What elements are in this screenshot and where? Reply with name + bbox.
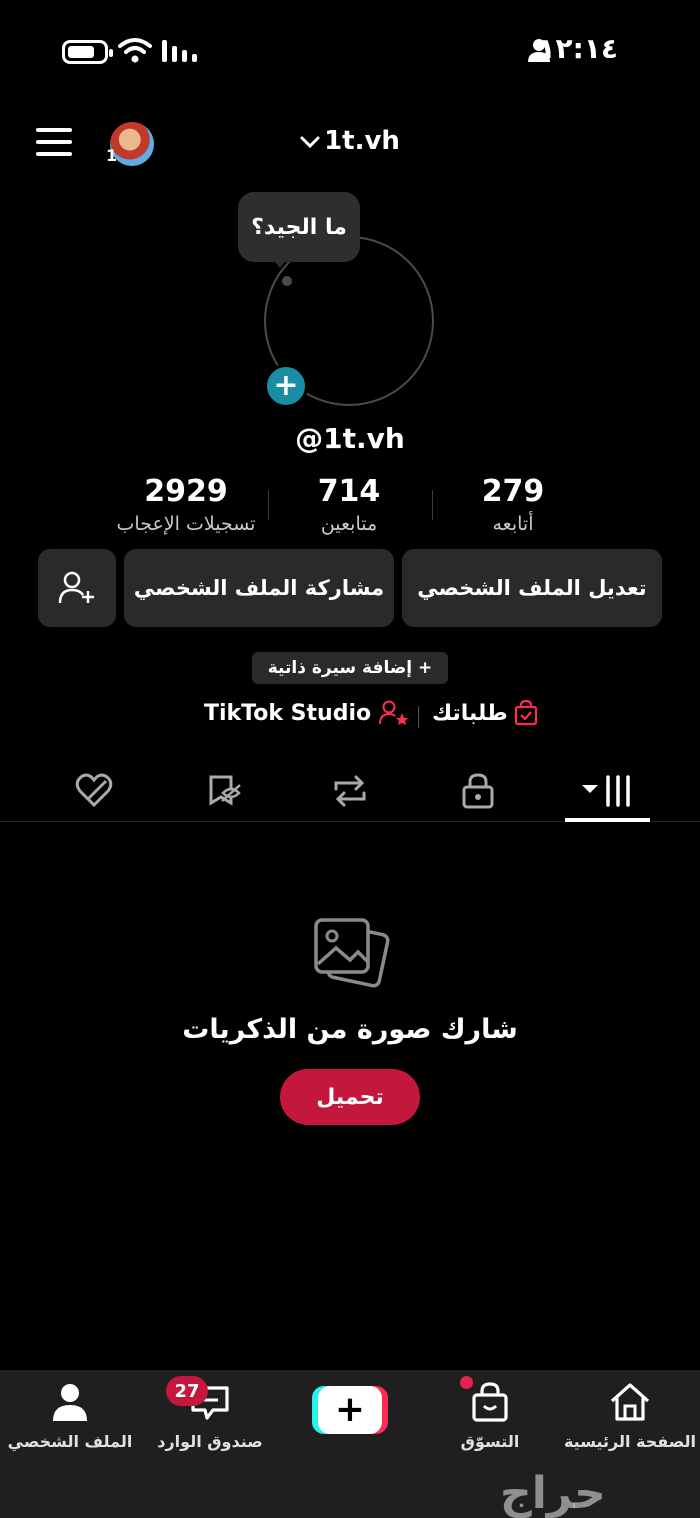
status-time: ١٢:١٤ [538, 32, 618, 65]
add-bio-label: + إضافة سيرة ذاتية [267, 658, 433, 678]
following-label: أتابعه [492, 513, 534, 535]
likes-count: 2929 [144, 474, 228, 509]
status-bubble[interactable]: ما الجيد؟ [238, 192, 360, 262]
add-user-icon [58, 571, 94, 604]
content-tabs [0, 756, 700, 822]
battery-icon [62, 40, 113, 64]
following-stat[interactable]: 279 أتابعه [423, 474, 603, 535]
nav-inbox-label: صندوق الوارد [157, 1432, 263, 1451]
creator-star-icon [379, 700, 409, 725]
inbox-badge: 27 [166, 1376, 208, 1406]
orders-label: طلباتك [432, 700, 508, 726]
likes-stat[interactable]: 2929 تسجيلات الإعجاب [96, 474, 276, 535]
nav-profile[interactable]: الملف الشخصي [0, 1380, 140, 1451]
profile-links: طلباتك TikTok Studio [0, 700, 700, 734]
tab-private[interactable] [448, 766, 508, 816]
account-switcher[interactable]: 1t.vh [0, 126, 700, 156]
tab-favorites[interactable] [194, 766, 254, 816]
add-bio-button[interactable]: + إضافة سيرة ذاتية [252, 652, 448, 684]
status-bar: ١٢:١٤ [0, 0, 700, 100]
nav-shop-label: التسوّق [460, 1432, 520, 1451]
bubble-dot [282, 276, 292, 286]
tab-liked[interactable] [64, 766, 124, 816]
profile-header: 1 1t.vh [0, 110, 700, 180]
edit-profile-button[interactable]: تعديل الملف الشخصي [402, 549, 662, 627]
tiktok-studio-label: TikTok Studio [204, 700, 372, 726]
hidden-heart-icon [75, 773, 113, 808]
watermark: حراج [500, 1468, 606, 1518]
bubble-text: ما الجيد؟ [251, 214, 347, 240]
active-tab-indicator [565, 818, 650, 822]
hidden-bookmark-icon [209, 775, 241, 806]
photo-memories-icon [314, 918, 390, 988]
tab-videos[interactable] [578, 766, 638, 816]
signal-icon [162, 40, 197, 62]
repost-icon [334, 775, 366, 807]
wifi-icon [118, 38, 152, 63]
following-count: 279 [481, 474, 545, 509]
nav-inbox[interactable]: صندوق الوارد [140, 1380, 280, 1451]
share-profile-button[interactable]: مشاركة الملف الشخصي [124, 549, 394, 627]
likes-label: تسجيلات الإعجاب [116, 513, 256, 535]
home-icon [610, 1383, 650, 1421]
empty-state-text: شارك صورة من الذكريات [182, 1014, 518, 1045]
grid-dropdown-icon [582, 775, 630, 807]
profile-stats: 279 أتابعه 714 متابعين 2929 تسجيلات الإع… [0, 474, 700, 544]
shopping-bag-icon [472, 1382, 508, 1422]
add-photo-button[interactable]: + [264, 364, 308, 408]
orders-link[interactable]: طلباتك [432, 700, 538, 726]
nav-profile-label: الملف الشخصي [7, 1432, 133, 1451]
profile-icon [53, 1384, 87, 1421]
bubble-tail [272, 258, 288, 268]
chevron-down-icon [300, 136, 320, 148]
nav-home-label: الصفحة الرئيسية [563, 1432, 697, 1451]
followers-count: 714 [317, 474, 381, 509]
followers-label: متابعين [320, 513, 378, 535]
create-button[interactable]: + [312, 1386, 388, 1434]
profile-handle: @1t.vh [295, 422, 405, 455]
tiktok-studio-link[interactable]: TikTok Studio [204, 700, 409, 726]
plus-icon: + [318, 1386, 382, 1434]
shopping-bag-check-icon [514, 700, 537, 726]
shop-notification-dot [460, 1376, 473, 1389]
nav-shop[interactable]: التسوّق [420, 1380, 560, 1451]
upload-button[interactable]: تحميل [280, 1069, 420, 1125]
tab-reposts[interactable] [320, 766, 380, 816]
nav-home[interactable]: الصفحة الرئيسية [560, 1380, 700, 1451]
lock-icon [462, 773, 494, 809]
add-friend-button[interactable] [38, 549, 116, 627]
followers-stat[interactable]: 714 متابعين [259, 474, 439, 535]
header-username: 1t.vh [324, 126, 400, 156]
